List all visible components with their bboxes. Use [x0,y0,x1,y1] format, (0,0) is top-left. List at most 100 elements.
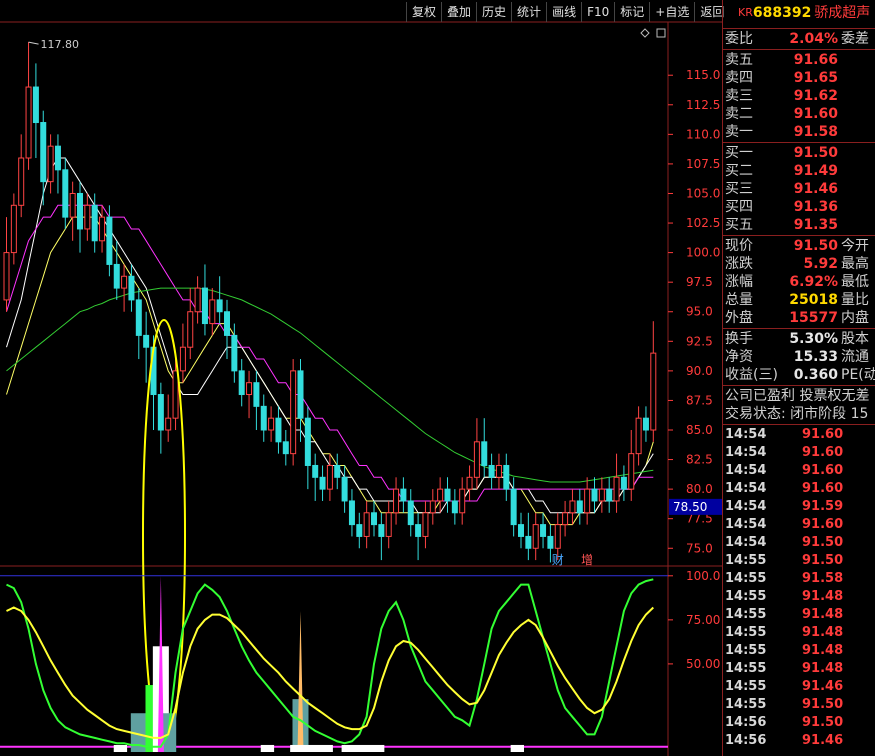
toolbar-button[interactable]: 标记 [614,2,649,22]
ask-row: 卖四 91.65 [723,69,875,87]
ask-price: 91.66 [793,52,838,68]
bid-label: 买五 [725,217,753,233]
tick-time: 14:55 [725,589,767,604]
quote-row: 现价 91.50 今开 [723,237,875,255]
candle [606,477,613,513]
toolbar-button[interactable]: 叠加 [441,2,476,22]
candle-body [378,524,385,537]
tick-time: 14:55 [725,625,767,640]
candle [143,311,150,383]
toolbar-button[interactable]: 历史 [476,2,511,22]
candle-body [348,500,355,526]
indicator-line-yellow [6,606,654,739]
tick-price: 91.60 [802,463,844,478]
quote-row: 涨幅 6.92% 最低 [723,273,875,291]
candle-body [143,334,150,348]
price-chart[interactable]: 115.0 112.5 110.0 107.5 105.0 102.5 100.0 97.5 9… [0,0,722,756]
candle-body [437,488,444,502]
max-pointer [28,41,39,45]
window-toggle-icon [656,28,666,38]
candle-body [503,464,510,490]
quote-label-right: 今开 [841,238,869,254]
quote-row: 涨跌 5.92 最高 [723,255,875,273]
quote-label: 外盘 [725,310,753,326]
tick-row: 14:54 91.60 [723,480,875,498]
price-axis-label: 85.0 [686,423,713,437]
bid-price: 91.35 [793,217,838,233]
candle [275,406,282,454]
candle [495,453,502,490]
tick-row: 14:54 91.50 [723,534,875,552]
toolbar-button[interactable]: F10 [581,2,614,22]
candle-body [591,488,598,502]
price-axis-label: 75.0 [686,541,713,555]
candle-body [532,524,539,549]
fund-label-right: PE(动 [841,367,875,383]
tick-price: 91.50 [802,715,844,730]
toolbar-button[interactable]: 画线 [546,2,581,22]
quote-label-right: 量比 [841,292,869,308]
candle [584,477,591,525]
candle [569,489,576,525]
status-note: 公司已盈利 投票权无差 [725,388,870,404]
candle-body [518,524,524,537]
tick-row: 14:54 91.60 [723,462,875,480]
candle [459,477,466,525]
tick-price: 91.50 [802,553,844,568]
candle-body [10,204,17,254]
candle [429,489,436,525]
note-row: 公司已盈利 投票权无差 [723,387,875,405]
price-axis-label: 115.0 [686,68,720,82]
price-axis-label: 90.0 [686,364,713,378]
candle [253,370,260,430]
candle-body [540,524,547,537]
ask-price: 91.62 [793,88,838,104]
candle [326,453,333,501]
bid-price: 91.46 [793,181,838,197]
tick-time: 14:55 [725,553,767,568]
tick-row: 14:54 91.59 [723,498,875,516]
tick-row: 14:55 91.48 [723,606,875,624]
candle [407,489,414,537]
bid-label: 买四 [725,199,753,215]
candle [209,288,216,336]
tick-row: 14:56 91.46 [723,732,875,750]
toolbar-button[interactable]: 统计 [511,2,546,22]
candle-body [246,382,253,396]
candle-body [157,394,164,431]
webi-row: 委比 2.04% 委差 [723,30,875,48]
candle [54,134,61,194]
candle [437,477,444,513]
ma-line-green [6,287,654,483]
candle-body [25,86,32,159]
candle-body [363,512,370,537]
tick-time: 14:54 [725,499,767,514]
indicator-floor-bar [341,744,385,752]
panel-divider [723,328,875,329]
quote-label: 现价 [725,238,753,254]
ask-row: 卖一 91.58 [723,123,875,141]
tick-time: 14:54 [725,463,767,478]
kline-terminal: 115.0 112.5 110.0 107.5 105.0 102.5 100.0 97.5 9… [0,0,875,756]
panel-divider [723,49,875,50]
toolbar-button[interactable]: 复权 [406,2,441,22]
bid-row: 买五 91.35 [723,216,875,234]
candle [334,453,341,490]
tick-time: 14:55 [725,643,767,658]
candle-body [3,252,10,301]
candle-body [393,488,400,514]
price-axis-label: 92.5 [686,334,713,348]
candle-body [319,476,326,490]
candle-body [429,500,436,514]
candle [157,382,164,454]
candle-body [620,476,627,490]
candle-body [466,476,473,490]
bid-price: 91.49 [793,163,838,179]
toolbar-button[interactable]: +自选 [649,2,694,22]
candle-body [371,512,377,526]
candle-body [40,122,47,183]
stock-code: 688392 [752,5,812,21]
candle-body [642,417,649,431]
tick-price: 91.46 [802,679,844,694]
bid-row: 买一 91.50 [723,144,875,162]
